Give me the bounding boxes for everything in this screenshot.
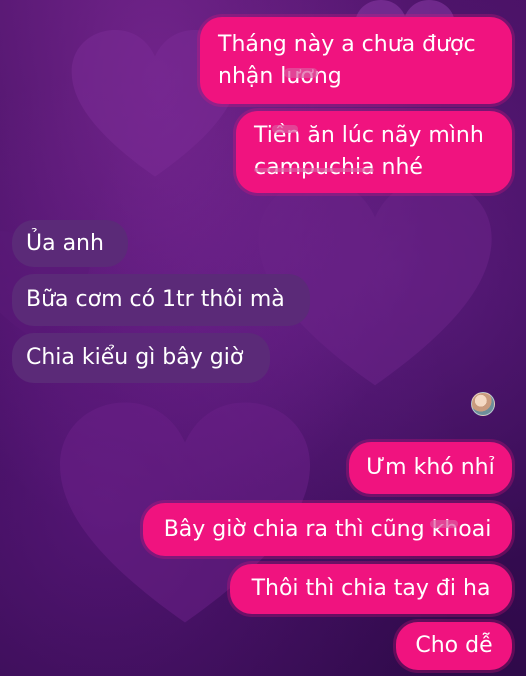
received-message-bubble[interactable]: Bữa cơm có 1tr thôi mà (12, 274, 310, 326)
message-text: Ưm khó nhỉ (366, 455, 495, 480)
message-text: Bữa cơm có 1tr thôi mà (26, 287, 285, 312)
sent-message-bubble[interactable]: Cho dễ (396, 622, 512, 670)
sent-message-bubble[interactable]: Bây giờ chia ra thì cũng khoai (143, 503, 512, 556)
redaction-scribble (430, 520, 458, 528)
redaction-scribble (284, 68, 318, 78)
sent-message-bubble[interactable]: Ưm khó nhỉ (349, 442, 512, 494)
sent-message-bubble[interactable]: Tiền ăn lúc nãy mình campuchia nhé (236, 111, 512, 193)
received-message-bubble[interactable]: Chia kiểu gì bây giờ (12, 333, 270, 383)
message-text: Chia kiểu gì bây giờ (26, 345, 244, 370)
message-text: Bây giờ chia ra thì cũng khoai (163, 516, 492, 542)
redaction-scribble (272, 125, 298, 133)
message-text: Thôi thì chia tay đi ha (251, 576, 491, 601)
message-text-line: Tháng này a chưa được (218, 31, 476, 57)
sent-message-bubble[interactable]: Tháng này a chưa được nhận lương (200, 17, 512, 104)
message-text: Ủa anh (26, 230, 104, 256)
sent-message-bubble[interactable]: Thôi thì chia tay đi ha (230, 564, 512, 614)
read-receipt-avatar (471, 392, 495, 416)
received-message-bubble[interactable]: Ủa anh (12, 220, 128, 267)
redaction-scribble (254, 168, 374, 172)
message-text: Cho dễ (415, 633, 493, 658)
message-text-line: nhận lương (218, 63, 342, 89)
